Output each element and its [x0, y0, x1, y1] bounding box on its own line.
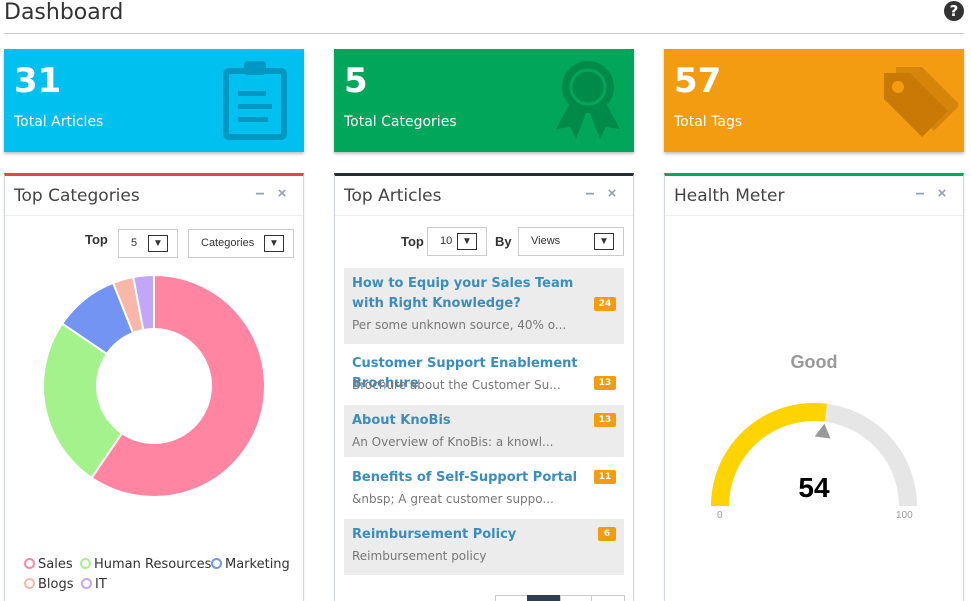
close-icon[interactable]: ×	[605, 185, 619, 202]
page-header: Dashboard ?	[0, 0, 971, 34]
total-articles-box[interactable]: 31 Total Articles	[4, 49, 304, 152]
pagination-prev[interactable]	[495, 595, 528, 601]
total-tags-box[interactable]: 57 Total Tags	[664, 49, 964, 152]
legend-item-marketing[interactable]: Marketing	[211, 557, 290, 572]
top-label: Top	[401, 234, 424, 249]
total-categories-value: 5	[344, 61, 368, 101]
health-value: 54	[798, 472, 830, 503]
top-count-value: 10	[440, 235, 453, 247]
legend-marker	[80, 558, 91, 569]
legend-item-human-resources[interactable]: Human Resources	[80, 557, 211, 572]
legend-marker	[81, 578, 92, 589]
article-description: Per some unknown source, 40% o...	[352, 318, 567, 332]
legend-label: Blogs	[38, 577, 74, 592]
health-meter-title: Health Meter	[674, 186, 785, 206]
article-description: &nbsp; A great customer suppo...	[352, 492, 554, 506]
top-categories-header: Top Categories − ×	[5, 176, 303, 216]
top-count-select[interactable]: 10 ▼	[427, 227, 487, 256]
total-tags-value: 57	[674, 61, 722, 101]
category-type-select[interactable]: Categories ▼	[188, 229, 294, 258]
view-count-badge: 13	[594, 376, 616, 390]
pagination-next[interactable]	[591, 595, 625, 601]
top-articles-panel: Top Articles − × Top 10 ▼ By Views ▼ How…	[334, 173, 634, 601]
total-categories-label: Total Categories	[344, 114, 457, 130]
top-categories-panel: Top Categories − × Top 5 ▼ Categories ▼ …	[4, 173, 304, 601]
minimize-icon[interactable]: −	[913, 186, 927, 204]
minimize-icon[interactable]: −	[583, 186, 597, 204]
health-meter-header: Health Meter − ×	[665, 176, 963, 216]
chevron-down-icon: ▼	[264, 235, 284, 252]
help-icon[interactable]: ?	[944, 1, 964, 21]
article-description: Reimbursement policy	[352, 549, 487, 563]
pagination-page[interactable]	[560, 595, 592, 601]
article-title-link[interactable]: Benefits of Self-Support Portal	[352, 468, 602, 488]
legend-marker	[24, 558, 35, 569]
health-meter-panel: Health Meter − × Good 54 0 100	[664, 173, 964, 601]
pagination-page-active[interactable]	[527, 595, 561, 601]
category-type-value: Categories	[201, 237, 255, 249]
legend-item-it[interactable]: IT	[81, 577, 107, 592]
chevron-down-icon: ▼	[457, 233, 477, 250]
list-item[interactable]: Reimbursement Policy Reimbursement polic…	[344, 519, 624, 575]
legend-label: IT	[95, 577, 107, 592]
list-item[interactable]: Customer Support Enablement Brochure Bro…	[344, 348, 624, 400]
minimize-icon[interactable]: −	[253, 186, 267, 204]
article-title-link[interactable]: How to Equip your Sales Team with Right …	[352, 274, 602, 314]
view-count-badge: 24	[594, 297, 616, 311]
gauge-pointer	[814, 423, 831, 439]
top-label: Top	[85, 232, 108, 247]
sort-by-select[interactable]: Views ▼	[518, 227, 624, 256]
legend-label: Human Resources	[94, 557, 212, 572]
total-categories-box[interactable]: 5 Total Categories	[334, 49, 634, 152]
article-description: Brochure about the Customer Su...	[352, 378, 561, 392]
list-item[interactable]: Benefits of Self-Support Portal &nbsp; A…	[344, 462, 624, 514]
legend-label: Marketing	[225, 557, 290, 572]
top-articles-title: Top Articles	[344, 186, 442, 206]
article-description: An Overview of KnoBis: a knowl...	[352, 435, 554, 449]
legend-marker	[24, 578, 35, 589]
total-articles-value: 31	[14, 61, 62, 101]
close-icon[interactable]: ×	[275, 185, 289, 202]
list-item[interactable]: About KnoBis An Overview of KnoBis: a kn…	[344, 405, 624, 457]
health-status-text: Good	[790, 352, 838, 372]
legend-marker	[211, 558, 222, 569]
view-count-badge: 13	[594, 413, 616, 427]
legend-item-blogs[interactable]: Blogs	[24, 577, 74, 592]
close-icon[interactable]: ×	[935, 185, 949, 202]
view-count-badge: 11	[594, 470, 616, 484]
sort-by-value: Views	[531, 235, 561, 247]
tags-icon	[884, 67, 958, 137]
clipboard-icon	[223, 61, 287, 140]
by-label: By	[495, 234, 512, 249]
categories-donut-chart	[42, 273, 266, 498]
top-categories-title: Top Categories	[14, 186, 140, 206]
health-gauge	[711, 403, 917, 506]
chevron-down-icon: ▼	[148, 235, 168, 252]
top-count-select[interactable]: 5 ▼	[118, 229, 178, 258]
view-count-badge: 6	[598, 527, 616, 541]
list-item[interactable]: How to Equip your Sales Team with Right …	[344, 268, 624, 344]
total-tags-label: Total Tags	[674, 114, 743, 130]
chevron-down-icon: ▼	[594, 233, 614, 250]
article-title-link[interactable]: About KnoBis	[352, 411, 602, 431]
total-articles-label: Total Articles	[14, 114, 104, 130]
ribbon-award-icon	[556, 61, 620, 139]
legend-label: Sales	[38, 557, 73, 572]
header-divider	[4, 33, 964, 34]
gauge-min-label: 0	[717, 510, 723, 521]
top-count-value: 5	[131, 237, 138, 249]
gauge-max-label: 100	[896, 510, 913, 521]
article-title-link[interactable]: Reimbursement Policy	[352, 525, 602, 545]
legend-item-sales[interactable]: Sales	[24, 557, 73, 572]
top-articles-header: Top Articles − ×	[335, 176, 633, 216]
page-title: Dashboard	[4, 0, 124, 25]
